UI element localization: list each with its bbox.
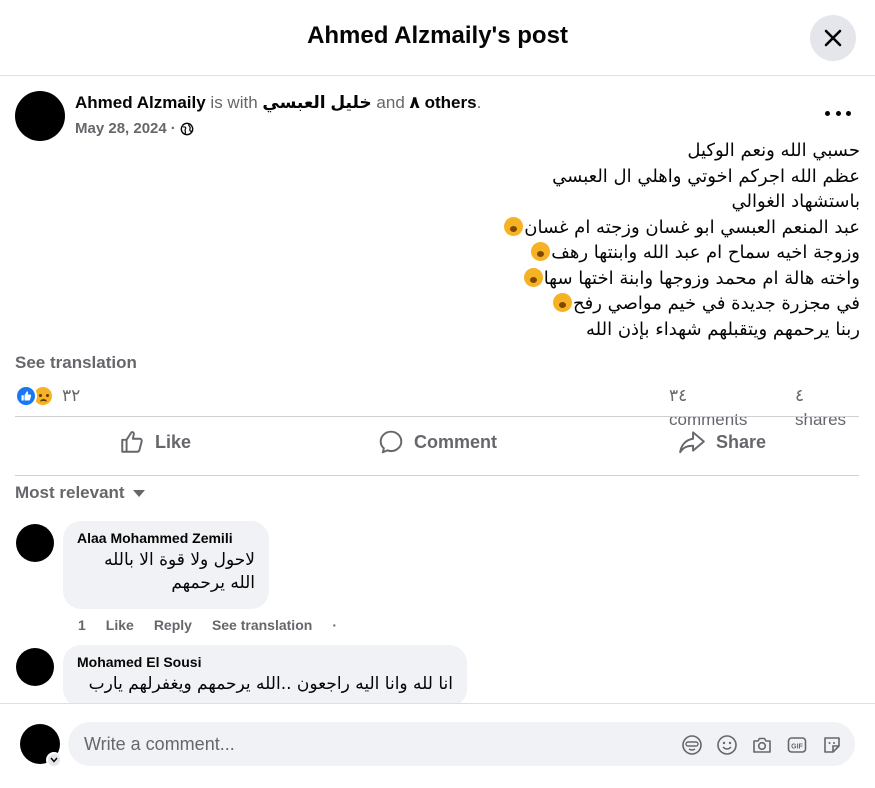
dialog-header: Ahmed Alzmaily's post	[0, 0, 875, 76]
close-icon	[824, 29, 842, 47]
comment-text: انا لله وانا اليه راجعون ..الله يرحمهم و…	[77, 673, 453, 696]
share-button[interactable]: Share	[678, 425, 766, 459]
is-with-text: is with	[210, 93, 258, 112]
comment-like-button[interactable]: Like	[106, 617, 134, 633]
chevron-glyph	[50, 757, 58, 763]
period-text: .	[476, 93, 482, 112]
reactions-summary[interactable]: ٣٢	[15, 384, 80, 408]
comment-label: Comment	[414, 431, 498, 452]
post-line-with-emoji: واخته هالة ام محمد وزوجها وابنة اختها سه…	[260, 266, 860, 292]
comment-see-translation[interactable]: See translation	[212, 617, 312, 633]
reaction-count: ٣٢	[62, 386, 81, 406]
comment-bubble: Mohamed El Sousi انا لله وانا اليه راجعو…	[63, 645, 467, 707]
post-line-with-emoji: في مجزرة جديدة في خيم مواصي رفح	[260, 291, 860, 317]
tagged-others[interactable]: ٨ others	[410, 93, 477, 112]
commenter-avatar[interactable]	[16, 524, 54, 562]
like-reaction-icon	[15, 385, 37, 407]
comment-button[interactable]: Comment	[378, 425, 497, 459]
thumbs-up-icon	[21, 391, 32, 401]
caret-down-icon	[132, 489, 145, 497]
close-button[interactable]	[810, 15, 856, 61]
svg-text:GIF: GIF	[791, 744, 803, 751]
share-icon	[679, 431, 705, 454]
more-dot	[835, 110, 841, 116]
globe-icon	[180, 122, 194, 135]
crying-emoji-icon	[504, 216, 524, 236]
camera-icon[interactable]	[751, 734, 773, 756]
separator-dot: ·	[170, 120, 176, 137]
more-options-button[interactable]	[825, 102, 851, 124]
sad-emoji-icon	[523, 267, 543, 287]
comment-sort-dropdown[interactable]: Most relevant	[15, 483, 145, 503]
crying-emoji-icon	[531, 242, 551, 261]
like-icon	[121, 431, 143, 453]
sad-emoji-icon	[552, 293, 572, 312]
share-label: Share	[716, 431, 767, 452]
comment-more-dot[interactable]: ·	[332, 617, 337, 633]
dialog-title: Ahmed Alzmaily's post	[307, 22, 568, 49]
comment-line: لاحول ولا قوة الا بالله	[104, 550, 255, 570]
post-line: باستشهاد الغوالي	[731, 191, 860, 212]
gif-icon[interactable]: GIF	[786, 734, 808, 756]
post-line: وزوجة اخيه سماح ام عبد الله وابنتها رهف	[551, 242, 860, 263]
post-body: حسبي الله ونعم الوكيل عظم الله اجركم اخو…	[260, 138, 860, 342]
comment-bubble: Alaa Mohammed Zemili لاحول ولا قوة الا ب…	[63, 521, 269, 609]
divider	[15, 475, 859, 476]
post-date[interactable]: May 28, 2024	[75, 120, 167, 137]
post-line: عظم الله اجركم اخوتي واهلي ال العبسي	[552, 165, 860, 187]
emoji-icon[interactable]	[716, 734, 738, 756]
sticker-icon[interactable]	[821, 734, 843, 756]
post-date-row: May 28, 2024 ·	[75, 120, 194, 137]
comment-composer: GIF	[0, 703, 875, 788]
comment-author[interactable]: Mohamed El Sousi	[77, 654, 453, 670]
divider	[15, 416, 859, 417]
post-line-with-emoji: عبد المنعم العبسي ابو غسان وزجته ام غسان	[260, 215, 860, 241]
comment-text: لاحول ولا قوة الا بالله الله يرحمهم	[77, 549, 255, 595]
shares-count[interactable]: ٤ shares	[795, 384, 855, 432]
sort-label: Most relevant	[15, 483, 125, 502]
see-translation-link[interactable]: See translation	[15, 353, 137, 373]
more-dots-icon	[825, 110, 830, 116]
and-text: and	[376, 93, 405, 112]
composer-icons: GIF	[681, 734, 843, 756]
comment-author[interactable]: Alaa Mohammed Zemili	[77, 530, 255, 546]
post-line: حسبي الله ونعم الوكيل	[687, 140, 860, 161]
post-line: واخته هالة ام محمد وزوجها وابنة اختها سه…	[543, 267, 860, 289]
more-dot	[846, 110, 851, 116]
like-button[interactable]: Like	[119, 425, 191, 459]
commenter-avatar[interactable]	[16, 648, 54, 686]
post-line: ربنا يرحمهم ويتقبلهم شهداء بإذن الله	[586, 318, 860, 340]
post-line: في مجزرة جديدة في خيم مواصي رفح	[572, 293, 860, 314]
post-line: عبد المنعم العبسي ابو غسان وزجته ام غسان	[524, 216, 860, 238]
like-label: Like	[155, 431, 192, 452]
post-author-line: Ahmed Alzmaily is with خليل العبسي and ٨…	[75, 93, 481, 113]
comment-time[interactable]: 1	[78, 617, 86, 633]
comment-line: انا لله وانا اليه راجعون ..الله يرحمهم و…	[88, 674, 453, 694]
tagged-person[interactable]: خليل العبسي	[262, 93, 371, 112]
comment-line: الله يرحمهم	[171, 573, 255, 593]
comment-icon	[379, 430, 403, 454]
post-author-name[interactable]: Ahmed Alzmaily	[75, 93, 206, 112]
comment-actions: 1 Like Reply See translation ·	[78, 617, 357, 633]
post-line-with-emoji: وزوجة اخيه سماح ام عبد الله وابنتها رهف	[260, 240, 860, 266]
comment-reply-button[interactable]: Reply	[154, 617, 192, 633]
avatar-sticker-icon[interactable]	[681, 734, 703, 756]
chevron-down-icon[interactable]	[46, 752, 62, 768]
post-author-avatar[interactable]	[15, 91, 65, 141]
